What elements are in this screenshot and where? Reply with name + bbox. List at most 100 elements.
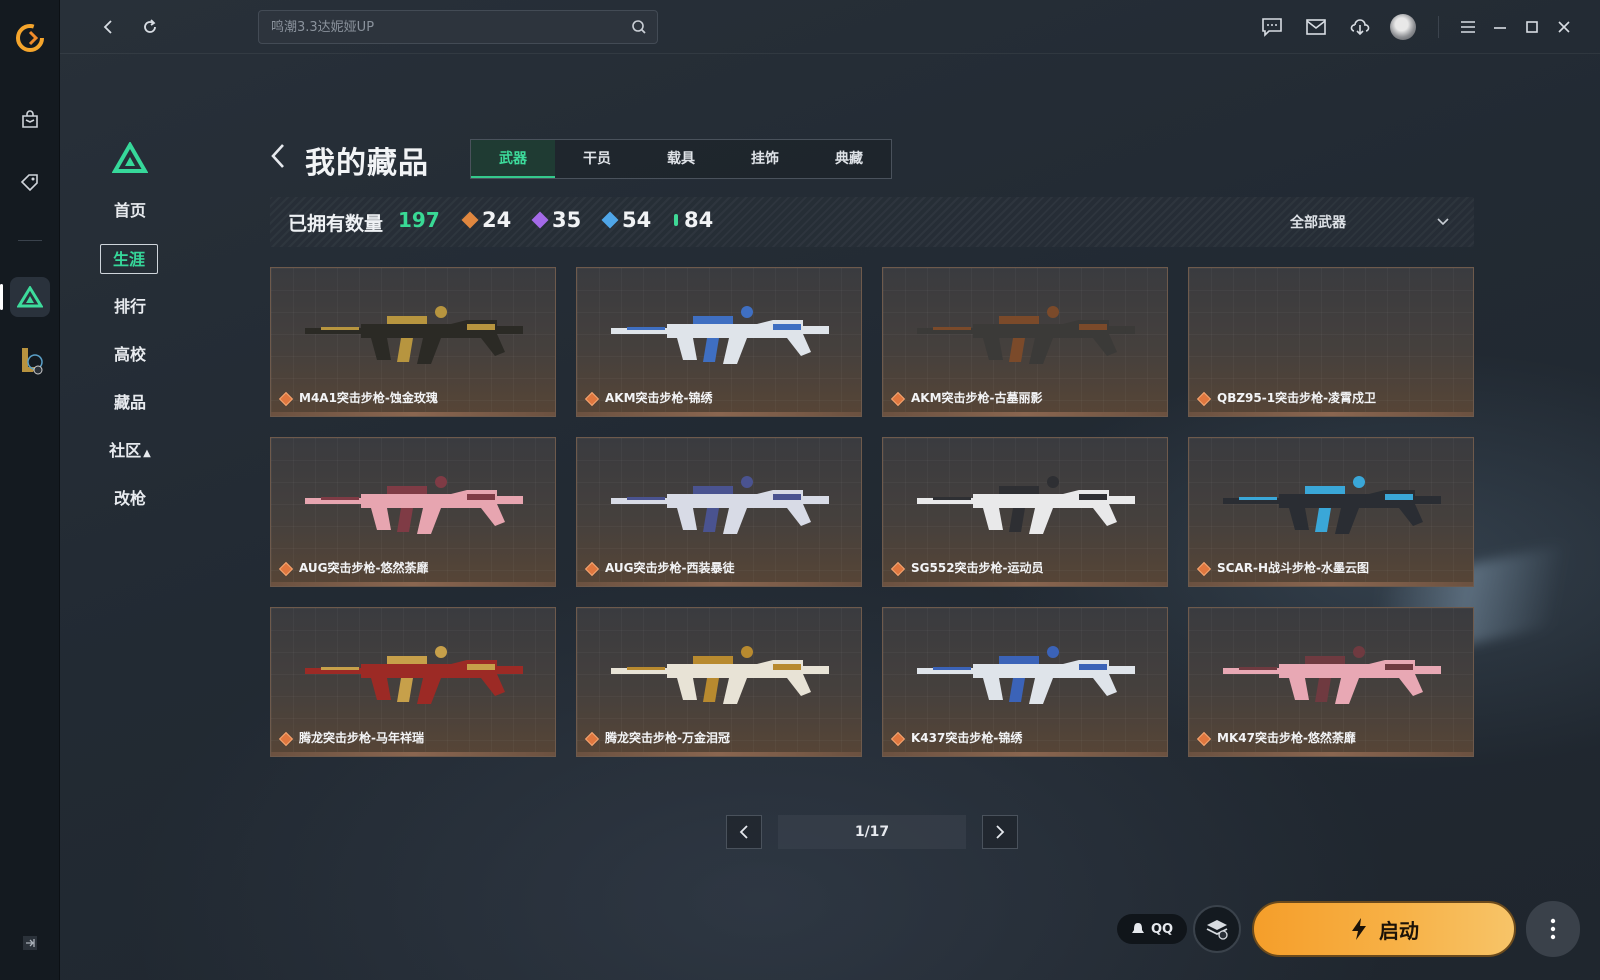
lightning-icon xyxy=(1352,918,1366,940)
prev-page-button[interactable] xyxy=(726,815,762,849)
qq-label: QQ xyxy=(1150,921,1174,937)
subnav-item-home[interactable]: 首页 xyxy=(100,196,160,226)
weapon-card[interactable]: AKM突击步枪-古墓丽影 xyxy=(882,267,1168,417)
collapse-icon[interactable] xyxy=(20,933,40,953)
next-page-button[interactable] xyxy=(982,815,1018,849)
chat-icon[interactable] xyxy=(1260,15,1284,39)
rarity-blue-value: 54 xyxy=(622,208,652,232)
store-bag-icon[interactable] xyxy=(10,100,50,140)
weapon-card[interactable]: SG552突击步枪-运动员 xyxy=(882,437,1168,587)
refresh-icon[interactable] xyxy=(138,15,162,39)
weapon-card[interactable]: 腾龙突击步枪-万金泪冠 xyxy=(576,607,862,757)
weapon-card[interactable]: SCAR-H战斗步枪-水墨云图 xyxy=(1188,437,1474,587)
chevron-up-icon: ▲ xyxy=(143,448,151,459)
weapon-shape-part xyxy=(773,494,801,500)
weapon-name: 腾龙突击步枪-万金泪冠 xyxy=(605,731,730,745)
tab-weapons[interactable]: 武器 xyxy=(471,140,555,178)
menu-icon[interactable] xyxy=(1456,15,1480,39)
weapon-shape-part xyxy=(1385,664,1413,670)
maximize-icon[interactable] xyxy=(1520,15,1544,39)
tab-operators[interactable]: 干员 xyxy=(555,140,639,178)
subnav-item-college[interactable]: 高校 xyxy=(100,340,160,370)
weapon-shape-part xyxy=(467,324,495,330)
qq-penguin-icon xyxy=(1131,923,1144,933)
subnav-community-label: 社区 xyxy=(109,441,142,460)
rarity-count-orange: 24 xyxy=(461,208,512,232)
weapon-card[interactable]: 腾龙突击步枪-马年祥瑞 xyxy=(270,607,556,757)
subnav-item-collection[interactable]: 藏品 xyxy=(100,388,160,418)
mail-icon[interactable] xyxy=(1304,15,1328,39)
rarity-diamond-icon xyxy=(890,561,906,577)
weapon-shape-part xyxy=(933,497,971,500)
weapon-shape-part xyxy=(999,316,1039,324)
tab-charms[interactable]: 挂饰 xyxy=(723,140,807,178)
weapon-shape-part xyxy=(999,486,1039,494)
weapon-shape-part xyxy=(1305,486,1345,494)
tag-icon[interactable] xyxy=(10,162,50,202)
weapon-shape-part xyxy=(1079,324,1107,330)
download-icon[interactable] xyxy=(1348,15,1372,39)
weapon-filter-dropdown[interactable]: 全部武器 xyxy=(1290,212,1450,232)
search-box[interactable] xyxy=(258,10,658,44)
search-icon[interactable] xyxy=(631,19,647,35)
delta-force-icon[interactable] xyxy=(10,277,50,317)
weapon-shape-part xyxy=(627,497,665,500)
weapon-shape-part xyxy=(397,508,413,532)
close-icon[interactable] xyxy=(1552,15,1576,39)
subnav-item-career[interactable]: 生涯 xyxy=(100,244,158,274)
page-back-icon[interactable] xyxy=(270,142,290,170)
tab-archive[interactable]: 典藏 xyxy=(807,140,891,178)
chevron-down-icon xyxy=(1437,218,1449,226)
weapon-image xyxy=(611,476,829,534)
weapon-card[interactable]: K437突击步枪-锦绣 xyxy=(882,607,1168,757)
weapon-shape-part xyxy=(693,486,733,494)
weapon-shape-part xyxy=(773,324,801,330)
weapon-shape-part xyxy=(703,508,719,532)
launch-button[interactable]: 启动 xyxy=(1252,901,1516,957)
rarity-purple-value: 35 xyxy=(552,208,582,232)
more-options-button[interactable] xyxy=(1526,901,1580,957)
back-icon[interactable] xyxy=(96,15,120,39)
weapon-shape-part xyxy=(1353,476,1365,488)
weapon-shape-part xyxy=(773,664,801,670)
left-rail xyxy=(0,0,60,980)
rarity-orange-value: 24 xyxy=(482,208,512,232)
weapon-card[interactable]: AKM突击步枪-锦绣 xyxy=(576,267,862,417)
weapon-image xyxy=(1223,476,1441,534)
subnav-item-ranking[interactable]: 排行 xyxy=(100,292,160,322)
weapon-name: 腾龙突击步枪-马年祥瑞 xyxy=(299,731,424,745)
rarity-diamond-icon xyxy=(890,731,906,747)
app-logo-icon[interactable] xyxy=(14,22,46,54)
weapon-card[interactable]: AUG突击步枪-悠然荼靡 xyxy=(270,437,556,587)
weapon-card[interactable]: QBZ95-1突击步枪-凌霄戍卫 xyxy=(1188,267,1474,417)
avatar[interactable] xyxy=(1390,14,1416,40)
weapon-shape-part xyxy=(703,338,719,362)
subnav-item-community[interactable]: 社区 ▲ xyxy=(100,436,160,466)
weapon-shape-part xyxy=(387,656,427,664)
weapon-card[interactable]: M4A1突击步枪-蚀金玫瑰 xyxy=(270,267,556,417)
league-icon[interactable] xyxy=(10,340,50,380)
search-input[interactable] xyxy=(271,11,621,43)
stats-bar: 已拥有数量 197 24 35 54 84 全部武器 xyxy=(270,197,1474,247)
layers-settings-button[interactable] xyxy=(1193,905,1241,953)
rarity-diamond-icon xyxy=(890,391,906,407)
weapon-shape-part xyxy=(627,667,665,670)
subnav-item-gunsmith[interactable]: 改枪 xyxy=(100,484,160,514)
tab-vehicles[interactable]: 载具 xyxy=(639,140,723,178)
page-title: 我的藏品 xyxy=(305,146,429,181)
weapon-name: AKM突击步枪-锦绣 xyxy=(605,391,713,405)
rarity-diamond-icon xyxy=(584,731,600,747)
weapon-card[interactable]: MK47突击步枪-悠然荼靡 xyxy=(1188,607,1474,757)
weapon-shape-part xyxy=(1079,494,1107,500)
weapon-shape-part xyxy=(627,327,665,330)
minimize-icon[interactable] xyxy=(1488,15,1512,39)
weapon-name: AUG突击步枪-西装暴徒 xyxy=(605,561,735,575)
filter-label: 全部武器 xyxy=(1290,215,1346,231)
weapon-card[interactable]: AUG突击步枪-西装暴徒 xyxy=(576,437,862,587)
weapon-image xyxy=(305,646,523,704)
qq-button[interactable]: QQ xyxy=(1117,914,1187,944)
weapon-image xyxy=(1223,646,1441,704)
weapon-image xyxy=(917,306,1135,364)
weapon-shape-part xyxy=(1305,656,1345,664)
rarity-diamond-icon xyxy=(278,731,294,747)
